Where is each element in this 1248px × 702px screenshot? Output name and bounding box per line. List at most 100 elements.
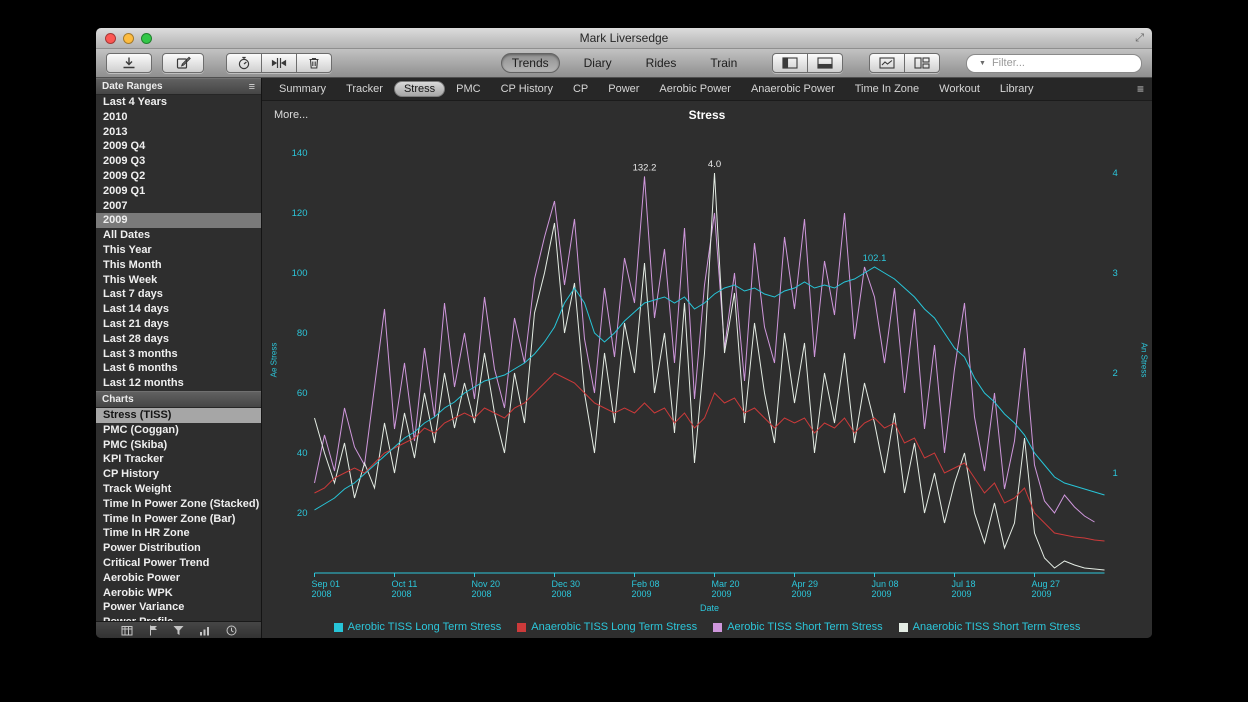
delete-button[interactable] (297, 53, 332, 73)
tab-pmc[interactable]: PMC (447, 81, 489, 97)
chart-area: More... Stress Sep 012008Oct 112008Nov 2… (262, 101, 1152, 638)
chart-item[interactable]: Stress (TISS) (96, 408, 261, 423)
svg-text:2009: 2009 (952, 589, 972, 599)
series-line (315, 267, 1105, 510)
daterange-item[interactable]: 2009 (96, 213, 261, 228)
daterange-item[interactable]: Last 3 months (96, 347, 261, 362)
legend-item: Anaerobic TISS Short Term Stress (899, 621, 1081, 633)
daterange-item[interactable]: All Dates (96, 228, 261, 243)
daterange-item[interactable]: 2013 (96, 125, 261, 140)
stopwatch-icon (237, 56, 251, 70)
date-ranges-header-label: Date Ranges (102, 81, 249, 92)
chart-item[interactable]: Aerobic Power (96, 571, 261, 586)
download-button[interactable] (106, 53, 152, 73)
daterange-item[interactable]: Last 4 Years (96, 95, 261, 110)
tab-summary[interactable]: Summary (270, 81, 335, 97)
chart-item[interactable]: Time In Power Zone (Bar) (96, 512, 261, 527)
view-trends[interactable]: Trends (501, 53, 560, 73)
tab-stress[interactable]: Stress (394, 81, 445, 97)
svg-text:Jul 18: Jul 18 (952, 579, 976, 589)
daterange-item[interactable]: Last 6 months (96, 361, 261, 376)
svg-text:100: 100 (292, 268, 308, 279)
daterange-item[interactable]: 2010 (96, 110, 261, 125)
daterange-item[interactable]: This Week (96, 273, 261, 288)
chart-view-button[interactable] (869, 53, 905, 73)
chart-legend: Aerobic TISS Long Term Stress Anaerobic T… (262, 621, 1152, 633)
daterange-item[interactable]: 2009 Q2 (96, 169, 261, 184)
svg-text:Aug 27: Aug 27 (1032, 579, 1061, 589)
tab-library[interactable]: Library (991, 81, 1043, 97)
chart-title: Stress (262, 108, 1152, 122)
daterange-item[interactable]: Last 28 days (96, 332, 261, 347)
daterange-item[interactable]: 2009 Q1 (96, 184, 261, 199)
svg-text:2008: 2008 (312, 589, 332, 599)
svg-text:Oct 11: Oct 11 (392, 579, 418, 589)
intervals-button[interactable] (262, 53, 297, 73)
svg-text:2: 2 (1113, 368, 1118, 379)
view-rides[interactable]: Rides (636, 54, 687, 72)
tab-cp-history[interactable]: CP History (492, 81, 562, 97)
view-diary[interactable]: Diary (574, 54, 622, 72)
chart-item[interactable]: PMC (Skiba) (96, 438, 261, 453)
tab-cp[interactable]: CP (564, 81, 597, 97)
chart-item[interactable]: Critical Power Trend (96, 556, 261, 571)
daterange-item[interactable]: This Year (96, 243, 261, 258)
activity-tools-group (226, 53, 332, 73)
tab-power[interactable]: Power (599, 81, 648, 97)
tile-view-button[interactable] (905, 53, 940, 73)
sidebar-toggle-group (772, 53, 843, 73)
svg-text:Date: Date (700, 603, 719, 613)
window-title: Mark Liversedge (96, 31, 1152, 45)
chart-item[interactable]: Power Variance (96, 600, 261, 615)
daterange-item[interactable]: 2007 (96, 199, 261, 214)
daterange-item[interactable]: Last 21 days (96, 317, 261, 332)
chart-item[interactable]: KPI Tracker (96, 452, 261, 467)
stopwatch-button[interactable] (226, 53, 262, 73)
stress-chart[interactable]: Sep 012008Oct 112008Nov 202008Dec 302008… (264, 125, 1150, 627)
chart-item[interactable]: CP History (96, 467, 261, 482)
svg-text:2009: 2009 (792, 589, 812, 599)
tab-anaerobic-power[interactable]: Anaerobic Power (742, 81, 844, 97)
fullscreen-icon[interactable]: ⤢ (1135, 32, 1144, 45)
daterange-item[interactable]: Last 14 days (96, 302, 261, 317)
daterange-item[interactable]: Last 12 months (96, 376, 261, 391)
tab-aerobic-power[interactable]: Aerobic Power (650, 81, 740, 97)
tab-time-in-zone[interactable]: Time In Zone (846, 81, 928, 97)
view-train[interactable]: Train (700, 54, 747, 72)
toggle-lowbar-button[interactable] (808, 53, 843, 73)
flag-icon[interactable] (148, 625, 158, 636)
clock-icon[interactable] (226, 625, 237, 636)
filter-input[interactable] (990, 56, 1136, 70)
date-ranges-menu-icon[interactable]: ≡ (249, 81, 255, 93)
compose-button[interactable] (162, 53, 204, 73)
calendar-chart-icon[interactable] (121, 625, 133, 636)
svg-text:2008: 2008 (552, 589, 572, 599)
charts-header[interactable]: Charts (96, 391, 261, 408)
filter-field[interactable]: ▼ (966, 54, 1142, 73)
filter-dropdown-icon[interactable]: ▼ (979, 60, 986, 67)
svg-text:132.2: 132.2 (633, 162, 657, 173)
intervals-icon (271, 56, 287, 70)
daterange-item[interactable]: Last 7 days (96, 287, 261, 302)
svg-text:102.1: 102.1 (863, 253, 887, 264)
tab-tracker[interactable]: Tracker (337, 81, 392, 97)
chart-item[interactable]: Aerobic WPK (96, 586, 261, 601)
chart-item[interactable]: Power Distribution (96, 541, 261, 556)
title-bar[interactable]: Mark Liversedge ⤢ (96, 28, 1152, 49)
funnel-icon[interactable] (173, 625, 184, 636)
date-ranges-header[interactable]: Date Ranges ≡ (96, 78, 261, 95)
legend-item: Aerobic TISS Long Term Stress (334, 621, 502, 633)
svg-text:Apr 29: Apr 29 (792, 579, 819, 589)
sidebar-left-icon (782, 57, 798, 69)
bars-icon[interactable] (199, 625, 211, 636)
chart-item[interactable]: Time In HR Zone (96, 526, 261, 541)
daterange-item[interactable]: 2009 Q4 (96, 139, 261, 154)
daterange-item[interactable]: 2009 Q3 (96, 154, 261, 169)
daterange-item[interactable]: This Month (96, 258, 261, 273)
toggle-sidebar-button[interactable] (772, 53, 808, 73)
chart-item[interactable]: Track Weight (96, 482, 261, 497)
tab-workout[interactable]: Workout (930, 81, 989, 97)
chart-item[interactable]: Time In Power Zone (Stacked) (96, 497, 261, 512)
tabbar-menu-icon[interactable]: ≡ (1137, 82, 1144, 96)
chart-item[interactable]: PMC (Coggan) (96, 423, 261, 438)
